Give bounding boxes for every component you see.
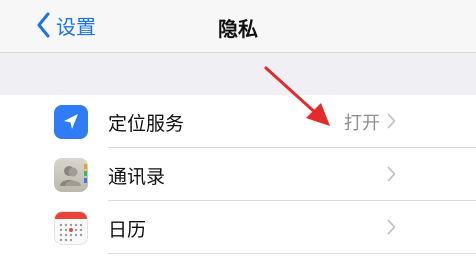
list-item-contacts[interactable]: 通讯录 [0,148,476,201]
page-title: 隐私 [218,17,258,41]
list-item-location-services[interactable]: 定位服务 打开 [0,95,476,148]
privacy-list: 定位服务 打开 通讯录 日历 [0,95,476,254]
group-spacer [0,53,476,95]
navigation-bar: 设置 隐私 [0,0,476,53]
list-item-value: 打开 [344,113,380,134]
chevron-right-icon [387,113,396,129]
chevron-right-icon [387,219,396,235]
list-item-calendar[interactable]: 日历 [0,201,476,254]
contacts-icon [54,158,88,192]
chevron-right-icon [387,166,396,182]
calendar-icon [54,211,88,245]
list-item-label: 通讯录 [108,166,166,188]
location-arrow-icon [54,105,88,139]
list-item-label: 日历 [108,219,147,241]
row-divider [108,253,476,254]
list-item-label: 定位服务 [108,113,185,135]
